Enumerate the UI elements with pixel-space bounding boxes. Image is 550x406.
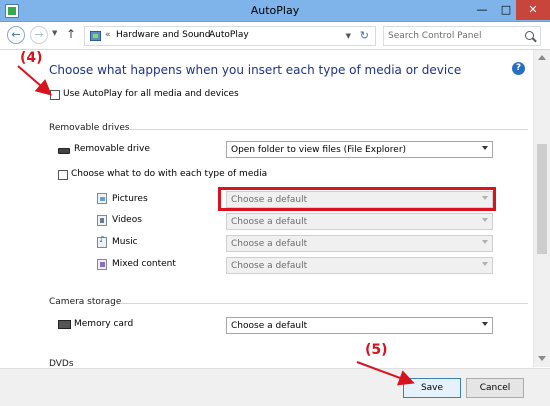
mixed-content-select-value: Choose a default [231,261,308,271]
scroll-up-icon[interactable] [538,55,546,60]
media-label-pictures: Pictures [112,194,148,204]
section-removable-drives: Removable drives [49,123,130,133]
music-select[interactable]: Choose a default [226,235,493,252]
chevron-down-icon [482,240,488,244]
save-button[interactable]: Save [403,378,461,398]
choose-each-media-label[interactable]: Choose what to do with each type of medi… [71,169,267,179]
section-divider [128,129,528,130]
address-dropdown[interactable]: ▼ [346,32,351,40]
videos-select-value: Choose a default [231,217,308,227]
memory-card-select[interactable]: Choose a default [226,317,493,334]
annotation-arrow-4 [17,65,53,96]
window-title: AutoPlay [250,4,300,17]
media-label-mixed-content: Mixed content [112,259,176,269]
help-icon[interactable]: ? [512,62,525,75]
button-bar: Save Cancel [0,368,550,406]
use-autoplay-label[interactable]: Use AutoPlay for all media and devices [63,89,239,99]
scroll-down-icon[interactable] [538,356,546,361]
search-input[interactable] [388,29,518,43]
music-select-value: Choose a default [231,239,308,249]
search-icon[interactable] [525,31,534,40]
vertical-scrollbar[interactable] [533,50,550,367]
removable-drive-label: Removable drive [74,144,150,154]
mixed-content-icon [97,259,107,270]
control-panel-small-icon [90,31,101,41]
chevron-down-icon [482,322,488,326]
highlight-box [218,187,496,211]
removable-drive-icon [58,148,70,154]
page-title: Choose what happens when you insert each… [49,63,462,77]
breadcrumb-overflow[interactable]: « [105,30,111,40]
videos-icon [97,215,107,226]
memory-card-select-value: Choose a default [231,321,308,331]
mixed-content-select[interactable]: Choose a default [226,257,493,274]
scroll-thumb[interactable] [537,144,547,254]
section-divider [120,303,528,304]
search-box[interactable] [383,26,541,46]
chevron-down-icon [482,262,488,266]
close-button[interactable]: ✕ [516,0,550,20]
annotation-step-5: (5) [365,342,388,358]
memory-card-icon [58,320,71,329]
removable-drive-select-value: Open folder to view files (File Explorer… [231,145,407,155]
section-camera-storage: Camera storage [49,297,122,307]
use-autoplay-checkbox[interactable] [50,90,60,100]
breadcrumb-autoplay[interactable]: AutoPlay [209,30,249,40]
videos-select[interactable]: Choose a default [226,213,493,230]
recent-locations-dropdown[interactable]: ▼ [52,29,57,37]
title-bar: AutoPlay — □ ✕ [0,0,550,22]
choose-each-media-checkbox[interactable] [58,170,68,180]
media-label-music: Music [112,237,138,247]
forward-button[interactable]: → [30,26,48,44]
back-button[interactable]: ← [7,26,25,44]
removable-drive-select[interactable]: Open folder to view files (File Explorer… [226,141,493,158]
music-icon [97,235,107,248]
memory-card-label: Memory card [74,319,134,329]
refresh-icon[interactable]: ↻ [360,29,369,42]
maximize-button[interactable]: □ [494,0,518,20]
media-label-videos: Videos [112,215,142,225]
pictures-icon [97,193,107,204]
up-button[interactable]: ↑ [66,27,76,41]
address-bar: ← → ▼ ↑ « Hardware and Sound › AutoPlay … [0,22,550,50]
chevron-down-icon [482,146,488,150]
breadcrumb-separator[interactable]: › [197,30,200,39]
cancel-button[interactable]: Cancel [466,378,524,398]
chevron-down-icon [482,218,488,222]
minimize-button[interactable]: — [470,0,494,20]
breadcrumb[interactable]: « Hardware and Sound › AutoPlay ▼ ↻ [84,26,376,46]
annotation-step-4: (4) [20,50,43,66]
